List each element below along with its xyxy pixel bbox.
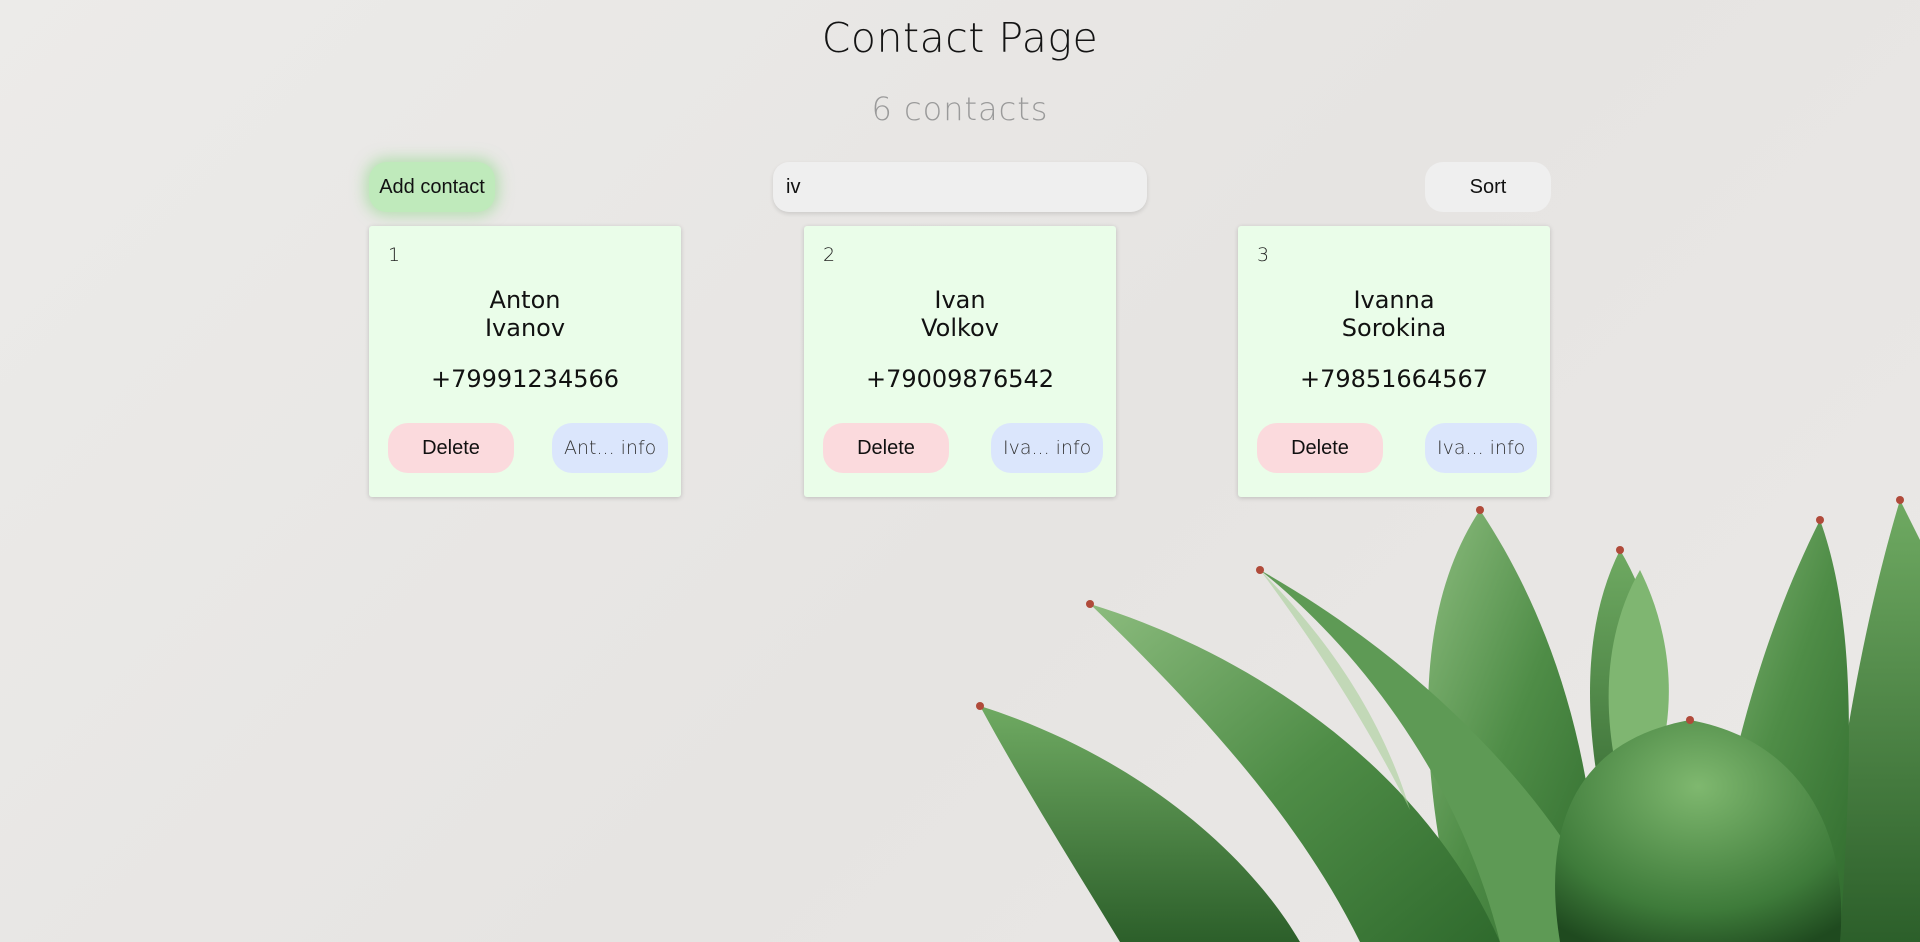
page-title: Contact Page <box>821 14 1099 62</box>
contact-first-name: Anton <box>489 286 561 314</box>
delete-button[interactable]: Delete <box>1257 423 1383 473</box>
info-button[interactable]: Iva... info <box>991 423 1104 473</box>
contact-last-name: Volkov <box>921 314 999 342</box>
contact-name: Anton Ivanov <box>369 286 681 342</box>
contact-last-name: Ivanov <box>484 314 566 342</box>
contact-last-name: Sorokina <box>1341 314 1447 342</box>
contact-first-name: Ivanna <box>1353 286 1435 314</box>
contact-count: 6 contacts <box>871 90 1049 128</box>
contact-phone: +79991234566 <box>430 365 620 393</box>
contact-index: 2 <box>823 244 836 266</box>
succulent-plant-image <box>976 496 1920 942</box>
contact-index: 3 <box>1257 244 1270 266</box>
add-contact-button[interactable]: Add contact <box>369 162 495 212</box>
contact-phone: +79851664567 <box>1299 365 1489 393</box>
search-input[interactable] <box>773 162 1147 212</box>
contact-name: Ivanna Sorokina <box>1238 286 1550 342</box>
info-button[interactable]: Ant... info <box>552 423 669 473</box>
contact-index: 1 <box>388 244 401 266</box>
contact-card: 3 Ivanna Sorokina +79851664567 Delete Iv… <box>1238 226 1550 497</box>
contact-card: 1 Anton Ivanov +79991234566 Delete Ant..… <box>369 226 681 497</box>
contact-name: Ivan Volkov <box>804 286 1116 342</box>
delete-button[interactable]: Delete <box>823 423 949 473</box>
contact-card: 2 Ivan Volkov +79009876542 Delete Iva...… <box>804 226 1116 497</box>
sort-button[interactable]: Sort <box>1425 162 1551 212</box>
contact-first-name: Ivan <box>934 286 986 314</box>
contact-phone: +79009876542 <box>865 365 1055 393</box>
info-button[interactable]: Iva... info <box>1425 423 1538 473</box>
delete-button[interactable]: Delete <box>388 423 514 473</box>
